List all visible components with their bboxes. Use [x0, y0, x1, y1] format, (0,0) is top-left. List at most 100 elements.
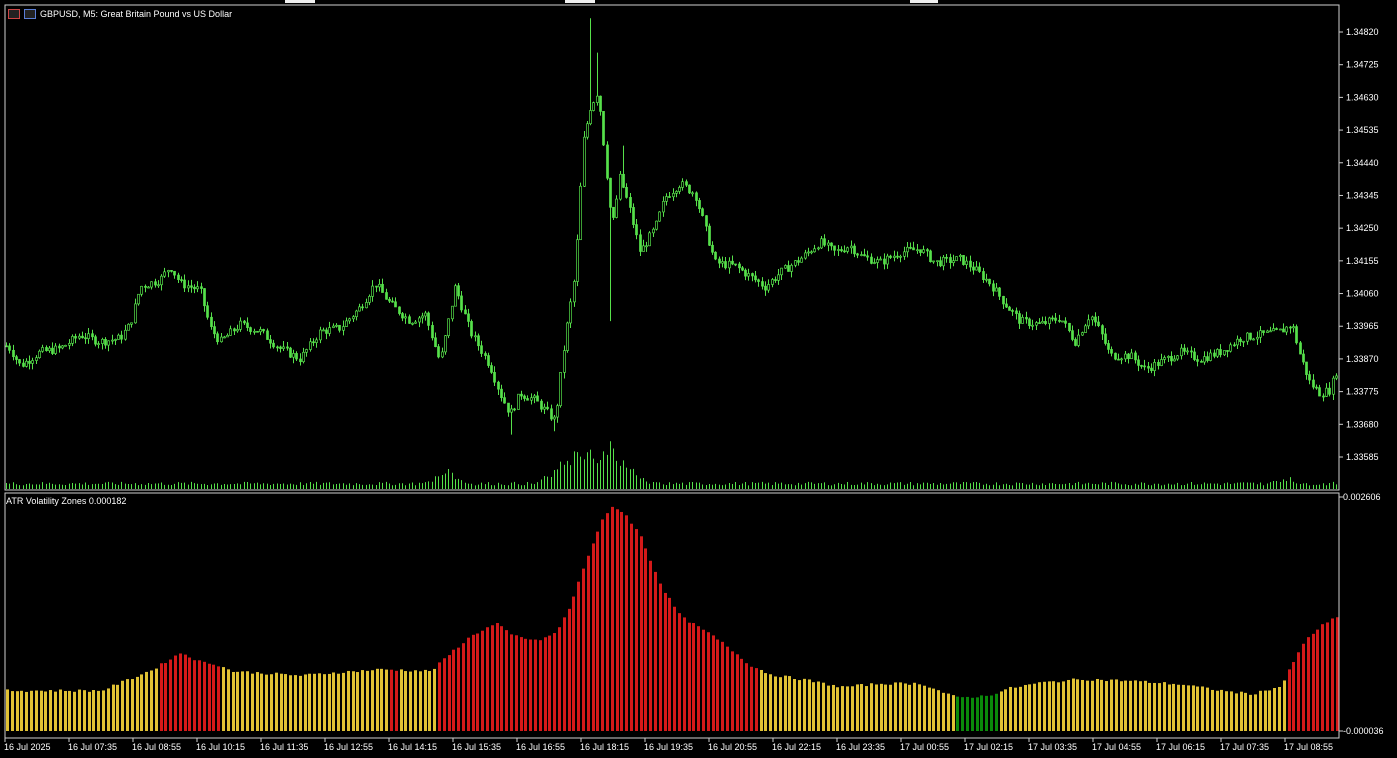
candle-body [493, 372, 496, 383]
time-tick-label: 16 Jul 14:15 [388, 742, 437, 752]
price-panel[interactable] [5, 18, 1338, 435]
candle-body [952, 260, 955, 264]
candle-body [130, 322, 133, 325]
atr-bar [126, 679, 129, 731]
candle-body [1206, 356, 1209, 361]
candle-body [223, 336, 226, 339]
candle-body [731, 260, 734, 265]
candle-body [150, 281, 153, 288]
candle-body [1259, 330, 1262, 338]
candle-body [843, 250, 846, 253]
atr-bar [155, 668, 158, 731]
candle-body [662, 200, 665, 213]
candle-body [998, 287, 1001, 297]
atr-bar [760, 669, 763, 731]
atr-bar [784, 675, 787, 731]
chart-canvas[interactable]: 1.34820 1.34725 1.34630 1.34535 1.34440 1.343… [0, 0, 1397, 758]
candle-body [972, 266, 975, 271]
candle-body [1318, 387, 1321, 397]
candle-body [434, 337, 437, 347]
atr-bar [433, 668, 436, 731]
candle-body [269, 339, 272, 344]
candle-body [78, 335, 81, 339]
candle-body [470, 321, 473, 337]
time-tick-label: 16 Jul 16:55 [516, 742, 565, 752]
candle-body [705, 215, 708, 227]
candle-body [606, 144, 609, 179]
candle-body [932, 260, 935, 263]
atr-bar [908, 684, 911, 731]
candle-body [51, 347, 54, 354]
price-tick-label: 1.34440 [1346, 158, 1379, 168]
price-panel-frame [4, 4, 1340, 491]
atr-bar [596, 531, 599, 731]
time-tick-label: 16 Jul 19:35 [644, 742, 693, 752]
candle-body [35, 357, 38, 361]
candle-body [193, 286, 196, 290]
atr-bar [184, 654, 187, 731]
candle-body [454, 285, 457, 307]
atr-bar [1240, 691, 1243, 731]
time-tick-label: 16 Jul 07:35 [68, 742, 117, 752]
price-tick-label: 1.34820 [1346, 27, 1379, 37]
candle-body [117, 334, 120, 340]
atr-bar [798, 680, 801, 731]
candle-body [342, 326, 345, 331]
candle-body [503, 397, 506, 404]
candle-body [751, 273, 754, 277]
price-axis[interactable]: 1.34820 1.34725 1.34630 1.34535 1.34440 1.343… [1339, 27, 1384, 736]
chart-window-icon[interactable] [8, 9, 20, 19]
atr-bar [947, 693, 950, 731]
candle-body [625, 186, 628, 198]
candle-body [325, 329, 328, 334]
atr-bar [779, 677, 782, 731]
atr-bar [971, 697, 974, 731]
candle-body [1186, 350, 1189, 353]
atr-bar [380, 668, 383, 731]
atr-bar [1278, 686, 1281, 731]
candle-body [1140, 365, 1143, 367]
candle-body [553, 416, 556, 420]
atr-bar [92, 690, 95, 731]
atr-bar [894, 682, 897, 731]
time-tick-label: 16 Jul 23:35 [836, 742, 885, 752]
atr-bar [563, 617, 566, 731]
chart-window-icon-2[interactable] [24, 9, 36, 19]
atr-bar [745, 663, 748, 731]
atr-bar [20, 690, 23, 731]
price-tick-label: 1.33585 [1346, 452, 1379, 462]
atr-bar [1000, 691, 1003, 731]
atr-bar [860, 684, 863, 731]
candle-body [955, 256, 958, 262]
candle-body [1117, 358, 1120, 361]
candle-body [886, 255, 889, 265]
candle-body [942, 256, 945, 267]
time-axis[interactable]: 16 Jul 2025 16 Jul 07:35 16 Jul 08:55 16 Ju… [4, 738, 1333, 752]
candle-body [477, 335, 480, 347]
atr-bar [1110, 679, 1113, 731]
atr-indicator-panel[interactable] [6, 506, 1339, 731]
atr-bar [880, 683, 883, 731]
candle-body [813, 248, 816, 253]
price-tick-label: 1.33775 [1346, 387, 1379, 397]
candle-body [160, 275, 163, 286]
atr-bar [558, 627, 561, 731]
candle-body [309, 341, 312, 350]
candle-body [1252, 338, 1255, 341]
time-tick-label: 17 Jul 03:35 [1028, 742, 1077, 752]
candle-body [1223, 350, 1226, 356]
price-tick-label: 1.34725 [1346, 60, 1379, 70]
atr-bar [961, 697, 964, 731]
price-tick-label: 1.34155 [1346, 256, 1379, 266]
price-tick-label: 1.34535 [1346, 125, 1379, 135]
atr-bar [568, 608, 571, 731]
atr-bar [592, 543, 595, 731]
atr-bar [1220, 689, 1223, 731]
atr-bar [788, 676, 791, 731]
candle-body [1302, 353, 1305, 363]
candle-body [424, 312, 427, 317]
candle-body [517, 393, 520, 410]
atr-bar [1033, 683, 1036, 731]
candle-body [969, 260, 972, 268]
candle-body [866, 255, 869, 258]
